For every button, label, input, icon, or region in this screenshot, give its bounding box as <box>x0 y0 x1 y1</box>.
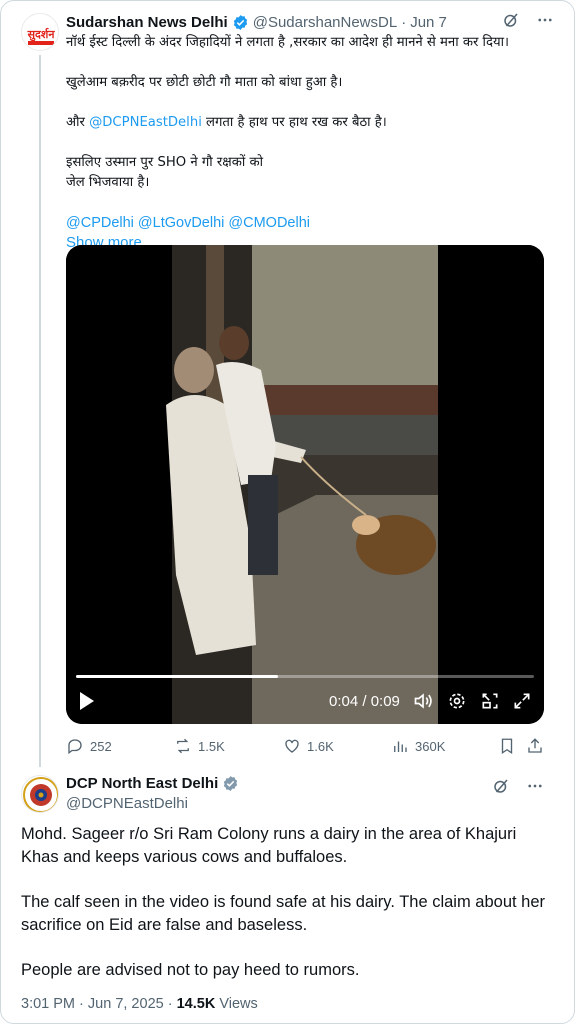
tweet-line: और @DCPNEastDelhi लगता है हाथ पर हाथ रख … <box>66 115 387 130</box>
gov-verified-badge-icon <box>224 776 238 791</box>
like-icon <box>285 739 299 753</box>
author-handle[interactable]: @DCPNEastDelhi <box>66 795 188 812</box>
like-count: 1.6K <box>307 738 334 754</box>
tweet-line: नॉर्थ ईस्ट दिल्ली के अंदर जिहादियों ने ल… <box>66 35 510 50</box>
views-button[interactable]: 360K <box>391 735 445 757</box>
video-player[interactable]: 0:04 / 0:09 <box>66 245 544 724</box>
tweet-time[interactable]: 3:01 PM <box>21 996 75 1012</box>
mention-links[interactable]: @CPDelhi @LtGovDelhi @CMODelhi <box>66 213 546 233</box>
views-count: 360K <box>415 738 446 754</box>
author-name[interactable]: Sudarshan News Delhi <box>66 14 228 31</box>
more-icon[interactable] <box>526 777 544 795</box>
settings-icon[interactable] <box>447 691 467 711</box>
tweet-line: खुलेआम बक़रीद पर छोटी छोटी गौ माता को बा… <box>66 75 343 90</box>
pip-icon[interactable] <box>480 691 500 711</box>
reply-count: 252 <box>90 738 112 754</box>
grok-icon[interactable] <box>492 777 510 795</box>
tweet2-header-actions <box>492 777 544 795</box>
tweet2-author: DCP North East Delhi <box>66 775 239 792</box>
retweet-icon <box>177 738 189 754</box>
video-frame <box>66 245 544 724</box>
verified-badge-icon <box>233 14 247 30</box>
tweet-line: जेल भिजवाया है। <box>66 175 150 190</box>
mention-link[interactable]: @DCPNEastDelhi <box>89 115 202 130</box>
video-progress-bar[interactable] <box>76 675 534 678</box>
video-time: 0:04 / 0:09 <box>329 693 400 710</box>
avatar-logo-text: सुदर्शन <box>27 27 56 42</box>
share-button[interactable] <box>526 735 544 757</box>
share-icon <box>528 738 542 753</box>
more-icon[interactable] <box>536 11 554 29</box>
bookmark-button[interactable] <box>498 735 516 757</box>
views-icon <box>394 741 407 752</box>
tweet-paragraph: Mohd. Sageer r/o Sri Ram Colony runs a d… <box>21 825 517 866</box>
reply-icon <box>68 739 82 755</box>
tweet1-header: Sudarshan News Delhi @SudarshanNewsDL · … <box>66 11 554 33</box>
sudarshan-avatar[interactable]: सुदर्शन <box>21 13 59 51</box>
tweet1-text: नॉर्थ ईस्ट दिल्ली के अंदर जिहादियों ने ल… <box>66 33 546 253</box>
thread-line <box>39 55 41 767</box>
tweet-paragraph: The calf seen in the video is found safe… <box>21 893 546 934</box>
tweet2-text: Mohd. Sageer r/o Sri Ram Colony runs a d… <box>21 823 551 982</box>
timeline-card: सुदर्शन Sudarshan News Delhi @SudarshanN… <box>0 0 575 1024</box>
tweet-date[interactable]: Jun 7 <box>410 14 447 31</box>
retweet-count: 1.5K <box>198 738 225 754</box>
dcp-avatar[interactable] <box>21 775 59 813</box>
volume-icon[interactable] <box>413 691 433 711</box>
tweet-line: इसलिए उस्मान पुर SHO ने गौ रक्षकों को <box>66 155 264 170</box>
fullscreen-icon[interactable] <box>512 691 532 711</box>
grok-icon[interactable] <box>502 11 520 29</box>
play-icon[interactable] <box>78 691 96 711</box>
tweet2-meta: 3:01 PM · Jun 7, 2025 · 14.5K Views <box>21 996 258 1012</box>
tweet-date[interactable]: Jun 7, 2025 <box>88 996 164 1012</box>
views-count: 14.5K <box>176 996 216 1012</box>
dot-separator: · <box>401 13 407 31</box>
header-actions <box>502 11 554 29</box>
tweet1-action-bar: 252 1.5K 1.6K 360K <box>66 735 546 757</box>
author-name[interactable]: DCP North East Delhi <box>66 775 218 792</box>
video-progress-fill <box>76 675 278 678</box>
bookmark-icon <box>501 738 513 755</box>
reply-button[interactable]: 252 <box>66 735 112 757</box>
author-handle[interactable]: @SudarshanNewsDL <box>253 14 397 31</box>
tweet-paragraph: People are advised not to pay heed to ru… <box>21 961 360 979</box>
views-label: Views <box>219 996 258 1012</box>
retweet-button[interactable]: 1.5K <box>174 735 225 757</box>
like-button[interactable]: 1.6K <box>283 735 334 757</box>
